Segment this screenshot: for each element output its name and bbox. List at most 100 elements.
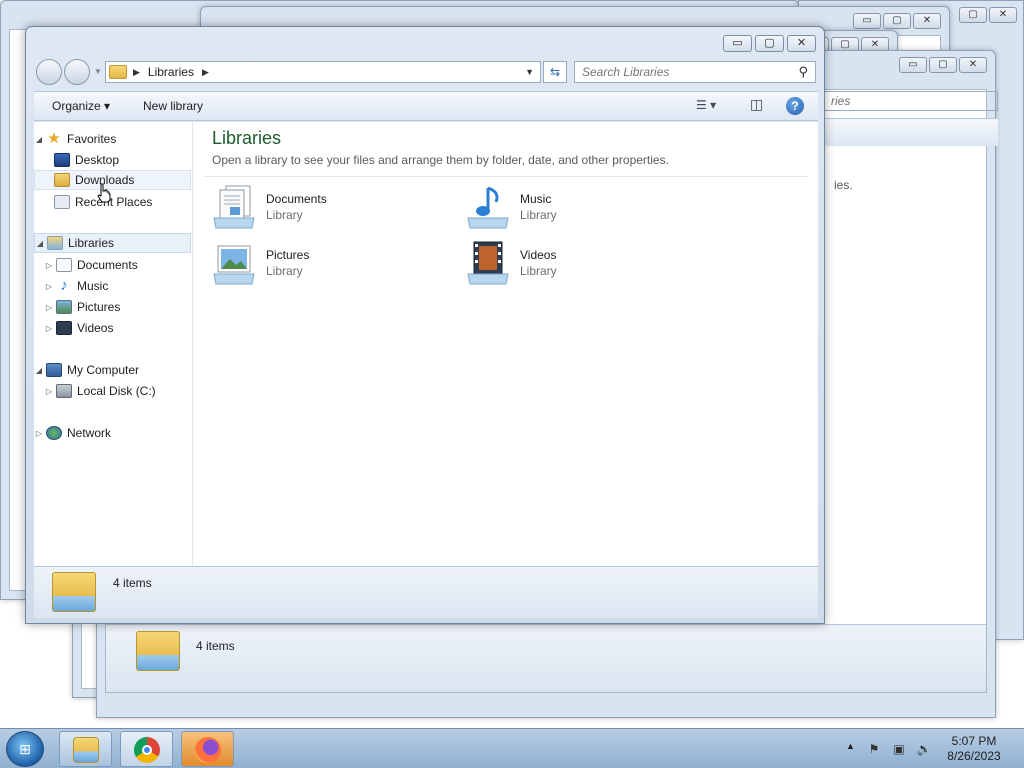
library-type: Library bbox=[266, 208, 303, 222]
header-divider bbox=[204, 176, 808, 177]
nav-item-pictures[interactable]: ▷ Pictures bbox=[34, 297, 191, 317]
downloads-icon bbox=[54, 173, 70, 187]
breadcrumb-libraries[interactable]: Libraries bbox=[148, 65, 194, 79]
nav-label: Videos bbox=[77, 321, 114, 335]
folder-icon bbox=[73, 737, 99, 763]
start-button[interactable]: ⊞ bbox=[6, 731, 44, 767]
system-clock[interactable]: 5:07 PM 8/26/2023 bbox=[944, 734, 1004, 764]
clock-date: 8/26/2023 bbox=[947, 749, 1001, 763]
star-icon: ★ bbox=[47, 130, 61, 147]
expand-arrow-icon[interactable]: ▷ bbox=[44, 282, 54, 291]
new-library-button[interactable]: New library bbox=[143, 99, 203, 113]
forward-button[interactable] bbox=[64, 59, 90, 85]
nav-label: Favorites bbox=[67, 132, 117, 146]
page-description: Open a library to see your files and arr… bbox=[212, 153, 669, 167]
explorer-window: ▭ ▢ ✕ ▼ ▶ Libraries ▶ ▼ ⇆ ⚲ Organize ▾ N… bbox=[25, 26, 825, 624]
show-hidden-icons[interactable]: ▲ bbox=[846, 741, 855, 751]
command-bar: Organize ▾ New library ☰ ▾ ◫ ? bbox=[34, 91, 818, 121]
details-pane: 4 items bbox=[34, 566, 818, 618]
expand-arrow-icon[interactable]: ▷ bbox=[34, 429, 44, 438]
volume-muted-icon[interactable]: 🔈 bbox=[916, 741, 932, 757]
nav-my-computer[interactable]: ◢ My Computer bbox=[34, 360, 191, 380]
library-type: Library bbox=[520, 208, 557, 222]
network-icon bbox=[46, 426, 62, 440]
nav-libraries[interactable]: ◢ Libraries bbox=[34, 233, 191, 253]
background-window-caption-buttons: ▭▢✕ bbox=[853, 13, 941, 29]
clock-time: 5:07 PM bbox=[951, 734, 997, 748]
expand-arrow-icon[interactable]: ▷ bbox=[44, 387, 54, 396]
background-folder-icon bbox=[136, 631, 180, 671]
library-type: Library bbox=[520, 264, 557, 278]
nav-label: Network bbox=[67, 426, 112, 440]
address-dropdown-icon[interactable]: ▼ bbox=[525, 67, 534, 77]
pictures-library-icon bbox=[213, 245, 255, 285]
nav-label: Recent Places bbox=[75, 195, 153, 209]
libraries-folder-icon bbox=[109, 65, 127, 79]
network-tray-icon[interactable]: ▣ bbox=[891, 741, 907, 757]
nav-item-desktop[interactable]: Desktop bbox=[34, 150, 191, 170]
firefox-icon bbox=[195, 737, 221, 763]
collapse-arrow-icon[interactable]: ◢ bbox=[35, 239, 45, 248]
expand-arrow-icon[interactable]: ▷ bbox=[44, 303, 54, 312]
caption-buttons: ▭ ▢ ✕ bbox=[723, 35, 816, 52]
refresh-button[interactable]: ⇆ bbox=[543, 61, 567, 83]
library-videos[interactable]: Videos Library bbox=[466, 240, 666, 290]
address-bar[interactable]: ▶ Libraries ▶ ▼ bbox=[105, 61, 541, 83]
library-music[interactable]: Music Library bbox=[466, 184, 666, 234]
collapse-arrow-icon[interactable]: ◢ bbox=[34, 135, 44, 144]
expand-arrow-icon[interactable]: ▷ bbox=[44, 324, 54, 333]
taskbar-google-chrome[interactable] bbox=[120, 731, 173, 767]
search-box[interactable]: ⚲ bbox=[574, 61, 816, 83]
breadcrumb-separator-icon[interactable]: ▶ bbox=[202, 67, 209, 78]
library-documents[interactable]: Documents Library bbox=[212, 184, 412, 234]
search-icon[interactable]: ⚲ bbox=[798, 64, 808, 80]
back-button[interactable] bbox=[36, 59, 62, 85]
nav-network[interactable]: ▷ Network bbox=[34, 423, 191, 443]
explorer-body: ◢ ★ Favorites Desktop Downloads Recent P… bbox=[34, 122, 818, 566]
desktop-icon bbox=[54, 153, 70, 167]
background-description-fragment: ies. bbox=[834, 178, 853, 192]
recent-places-icon bbox=[54, 195, 70, 209]
nav-item-music[interactable]: ▷ ♪ Music bbox=[34, 276, 191, 296]
local-disk-icon bbox=[56, 384, 72, 398]
nav-label: My Computer bbox=[67, 363, 140, 377]
breadcrumb-separator-icon[interactable]: ▶ bbox=[133, 67, 140, 78]
change-view-icon[interactable]: ☰ ▾ bbox=[696, 98, 716, 112]
nav-item-videos[interactable]: ▷ Videos bbox=[34, 318, 191, 338]
item-count: 4 items bbox=[113, 576, 152, 590]
collapse-arrow-icon[interactable]: ◢ bbox=[34, 366, 44, 375]
background-window-caption-buttons: ▭▢✕ bbox=[899, 57, 987, 73]
recent-pages-dropdown[interactable]: ▼ bbox=[94, 67, 102, 76]
library-pictures[interactable]: Pictures Library bbox=[212, 240, 412, 290]
maximize-button[interactable]: ▢ bbox=[755, 35, 784, 52]
taskbar-firefox[interactable] bbox=[181, 731, 234, 767]
search-input[interactable] bbox=[575, 62, 785, 82]
organize-button[interactable]: Organize ▾ bbox=[52, 99, 110, 113]
content-pane: Libraries Open a library to see your fil… bbox=[194, 122, 818, 566]
taskbar-windows-explorer[interactable] bbox=[59, 731, 112, 767]
preview-pane-icon[interactable]: ◫ bbox=[750, 96, 763, 113]
libraries-icon bbox=[47, 236, 63, 250]
close-button[interactable]: ✕ bbox=[787, 35, 816, 52]
nav-favorites[interactable]: ◢ ★ Favorites bbox=[34, 129, 191, 149]
expand-arrow-icon[interactable]: ▷ bbox=[44, 261, 54, 270]
navigation-pane: ◢ ★ Favorites Desktop Downloads Recent P… bbox=[34, 122, 193, 566]
library-name: Videos bbox=[520, 248, 557, 262]
taskbar: ⊞ ▲ ⚑ ▣ 🔈 5:07 PM 8/26/2023 bbox=[0, 728, 1024, 768]
nav-label: Local Disk (C:) bbox=[77, 384, 156, 398]
nav-item-recent-places[interactable]: Recent Places bbox=[34, 192, 191, 212]
library-name: Pictures bbox=[266, 248, 310, 262]
nav-label: Documents bbox=[77, 258, 138, 272]
background-toolbar-fragment bbox=[824, 118, 998, 146]
nav-label: Libraries bbox=[68, 236, 115, 250]
videos-library-icon bbox=[467, 241, 509, 285]
nav-item-local-disk[interactable]: ▷ Local Disk (C:) bbox=[34, 381, 191, 401]
help-button[interactable]: ? bbox=[786, 97, 804, 115]
action-center-flag-icon[interactable]: ⚑ bbox=[866, 741, 882, 757]
nav-item-documents[interactable]: ▷ Documents bbox=[34, 255, 191, 275]
page-title: Libraries bbox=[212, 128, 282, 148]
minimize-button[interactable]: ▭ bbox=[723, 35, 752, 52]
nav-label: Pictures bbox=[77, 300, 121, 314]
libraries-folder-icon bbox=[52, 572, 96, 612]
nav-item-downloads[interactable]: Downloads bbox=[34, 170, 191, 190]
